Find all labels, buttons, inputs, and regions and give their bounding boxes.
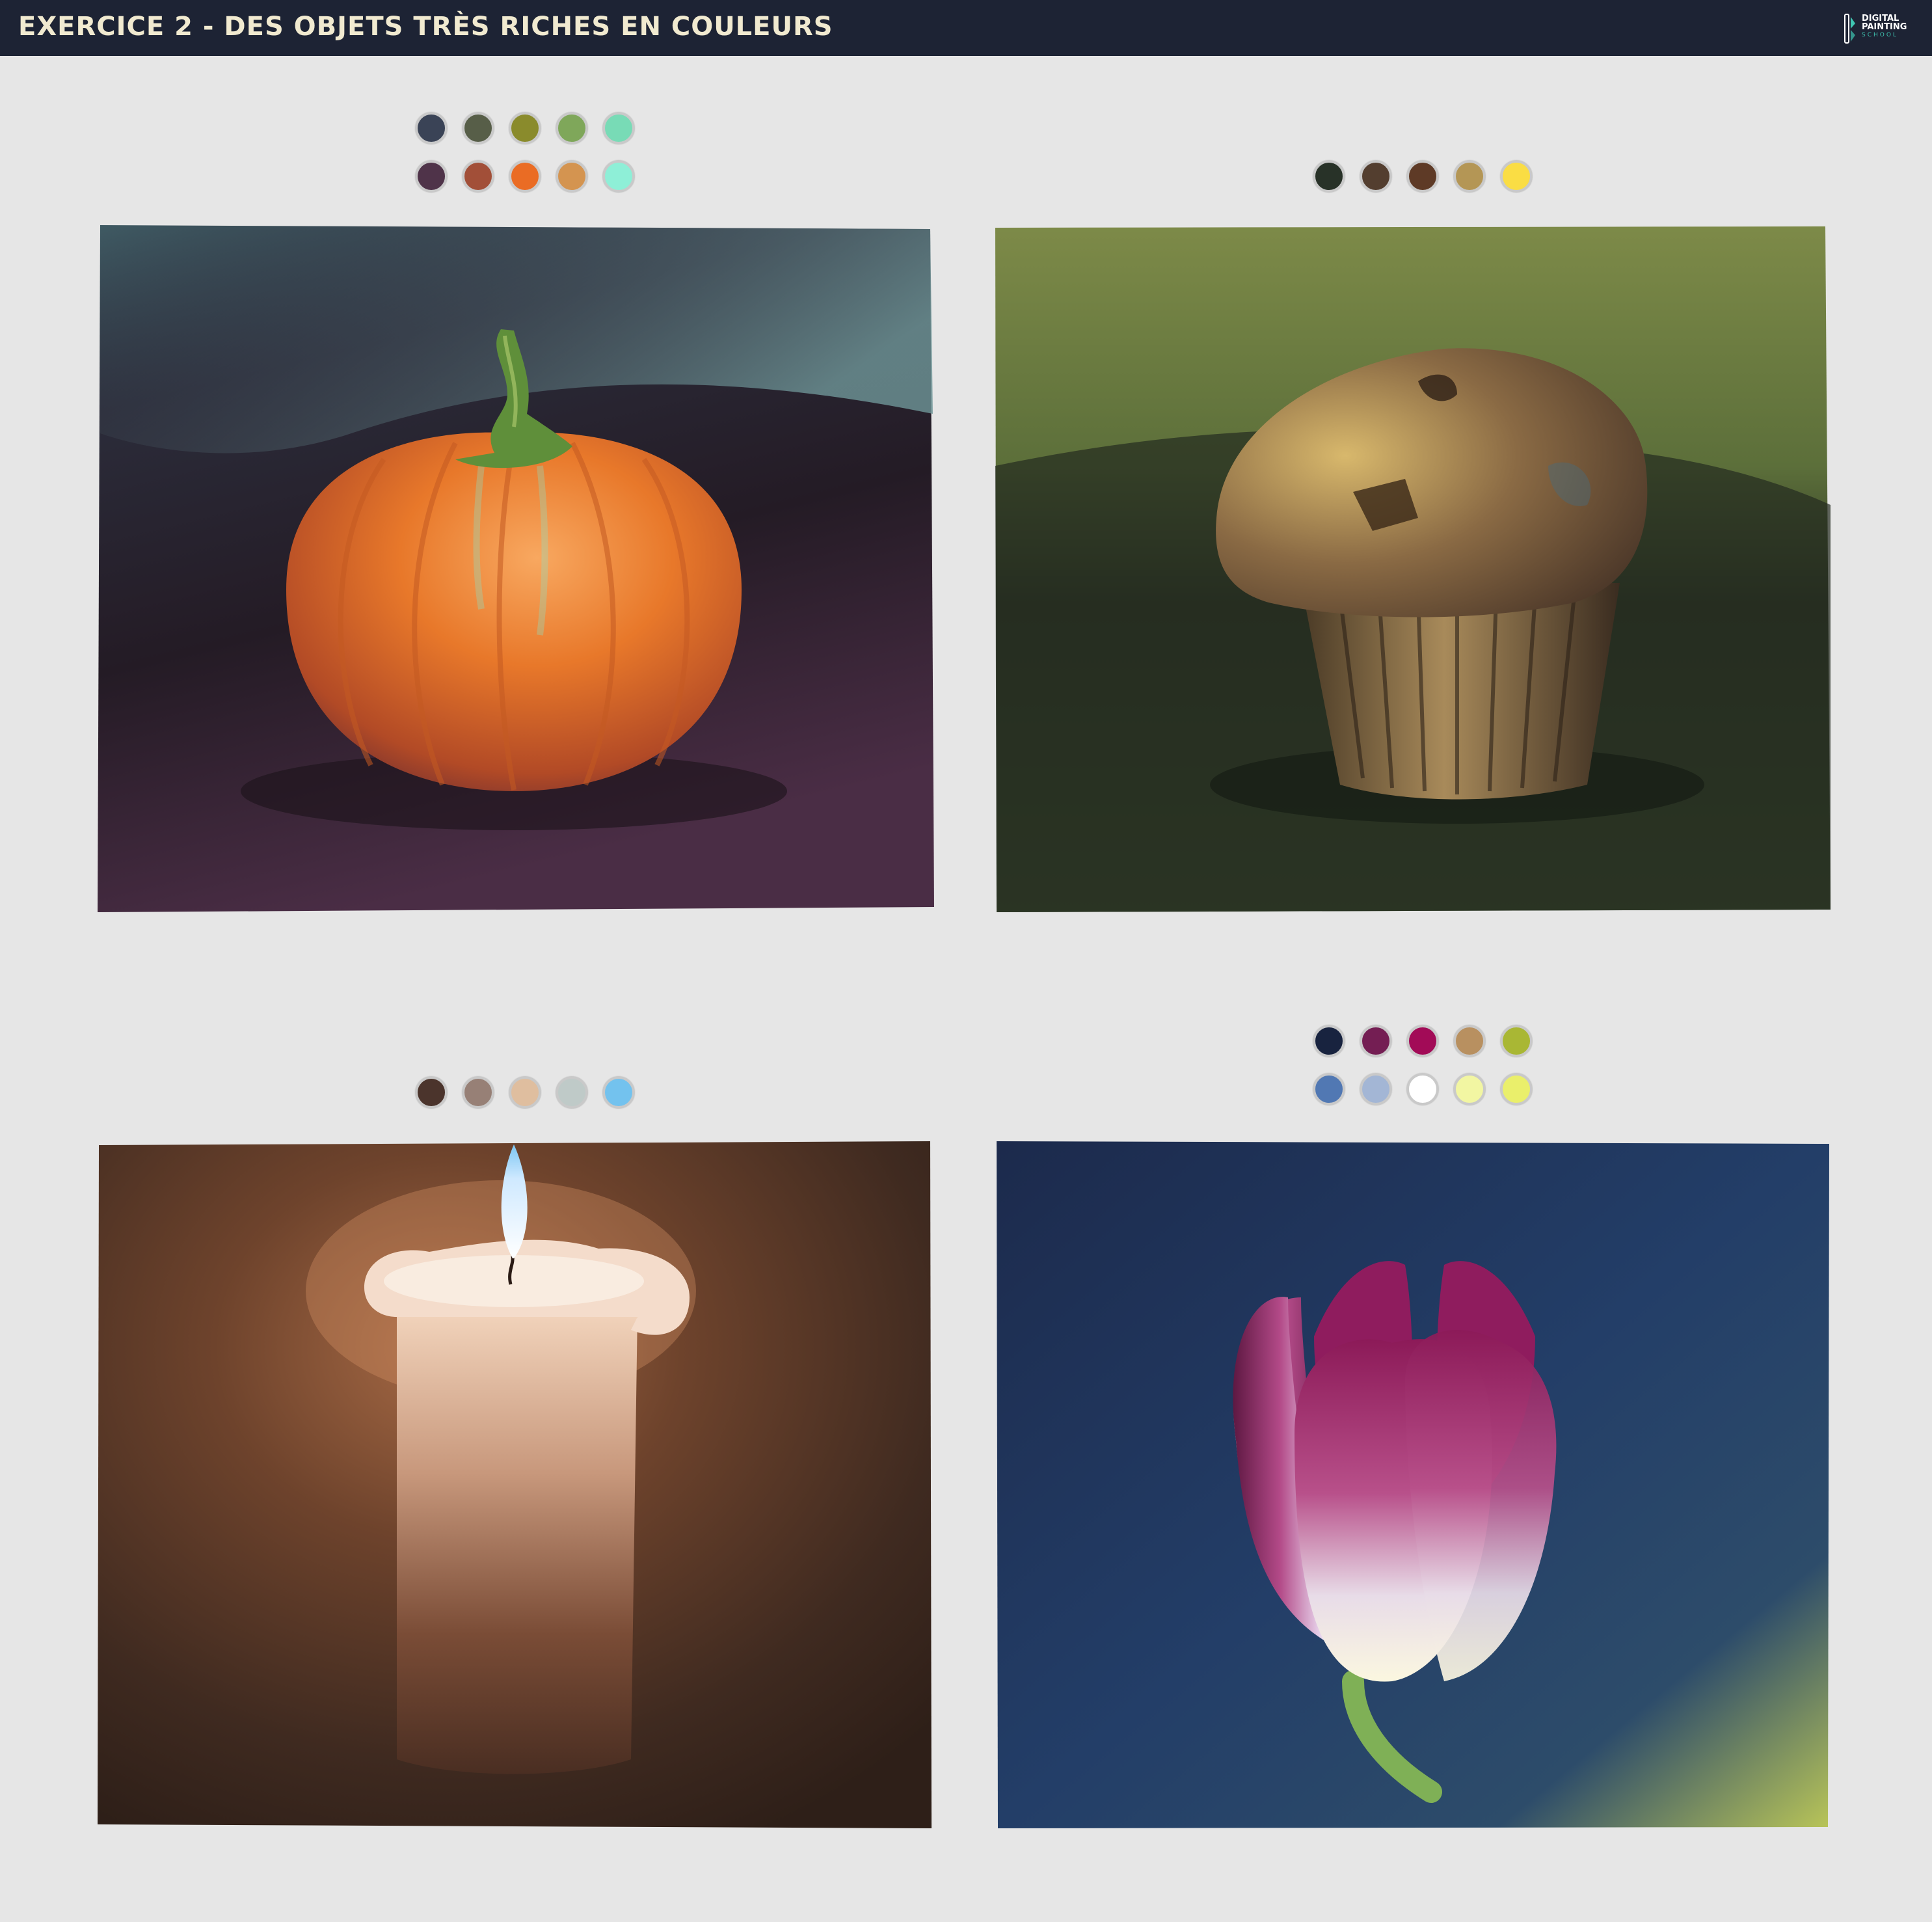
logo-line-2: PAINTING (1862, 22, 1907, 32)
muffin-swatch-4 (1453, 160, 1486, 193)
tulip-swatch-2 (1360, 1025, 1392, 1057)
candle-swatch-5 (602, 1076, 635, 1109)
muffin-color-palette (1313, 160, 1533, 193)
pumpkin-swatch-9 (556, 160, 588, 193)
candle-swatch-1 (415, 1076, 448, 1109)
muffin-painting (989, 219, 1834, 916)
pumpkin-painting (91, 219, 937, 916)
muffin-swatch-2 (1360, 160, 1392, 193)
candle-color-palette (415, 1076, 635, 1109)
brush-icon (1844, 14, 1855, 44)
pumpkin-swatch-8 (509, 160, 541, 193)
tulip-swatch-10 (1500, 1073, 1533, 1105)
muffin-swatch-5 (1500, 160, 1533, 193)
muffin-swatch-1 (1313, 160, 1345, 193)
pumpkin-swatch-1 (415, 112, 448, 144)
pumpkin-swatch-2 (462, 112, 494, 144)
tulip-swatch-6 (1313, 1073, 1345, 1105)
candle-swatch-4 (556, 1076, 588, 1109)
candle-swatch-3 (509, 1076, 541, 1109)
logo-line-3: SCHOOL (1862, 32, 1898, 38)
pumpkin-swatch-7 (462, 160, 494, 193)
pumpkin-swatch-3 (509, 112, 541, 144)
pumpkin-swatch-5 (602, 112, 635, 144)
candle-swatch-2 (462, 1076, 494, 1109)
candle-painting (91, 1135, 937, 1832)
digital-painting-school-logo: DIGITAL PAINTING SCHOOL (1844, 10, 1915, 47)
tulip-swatch-3 (1406, 1025, 1439, 1057)
pumpkin-swatch-6 (415, 160, 448, 193)
tulip-swatch-4 (1453, 1025, 1486, 1057)
tulip-swatch-1 (1313, 1025, 1345, 1057)
page-title: EXERCICE 2 - DES OBJETS TRÈS RICHES EN C… (18, 12, 833, 42)
pumpkin-color-palette (415, 112, 635, 193)
tulip-swatch-9 (1453, 1073, 1486, 1105)
tulip-swatch-5 (1500, 1025, 1533, 1057)
tulip-painting (989, 1135, 1834, 1832)
tulip-swatch-7 (1360, 1073, 1392, 1105)
tulip-swatch-8 (1406, 1073, 1439, 1105)
pumpkin-swatch-4 (556, 112, 588, 144)
header-bar: EXERCICE 2 - DES OBJETS TRÈS RICHES EN C… (0, 0, 1932, 56)
tulip-color-palette (1313, 1025, 1533, 1105)
logo-text: DIGITAL PAINTING SCHOOL (1862, 14, 1915, 40)
muffin-swatch-3 (1406, 160, 1439, 193)
pumpkin-swatch-10 (602, 160, 635, 193)
